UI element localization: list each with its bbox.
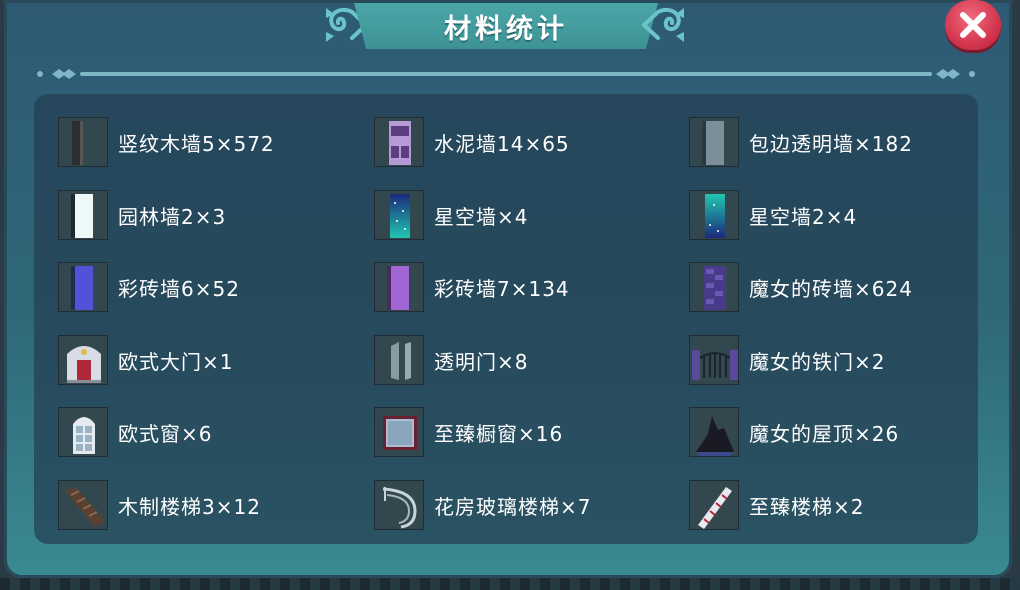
material-label: 园林墙2×3: [118, 204, 227, 229]
material-label: 透明门×8: [434, 349, 529, 374]
title-banner: 材料统计: [354, 3, 658, 49]
greenhouse-glass-stairs-icon: [374, 480, 424, 530]
glass-door-icon: [374, 335, 424, 385]
material-label: 欧式大门×1: [118, 349, 234, 374]
material-item: 透明门×8: [374, 335, 528, 385]
material-label: 花房玻璃楼梯×7: [434, 494, 592, 519]
material-label: 魔女的铁门×2: [749, 349, 886, 374]
color-brick-wall-7-icon: [374, 262, 424, 312]
ornamental-divider: [37, 69, 975, 79]
material-item: 园林墙2×3: [58, 190, 226, 240]
close-button[interactable]: [945, 0, 1001, 50]
page-title: 材料统计: [444, 13, 568, 45]
european-window-icon: [58, 407, 108, 457]
premium-stairs-icon: [689, 480, 739, 530]
material-item: 魔女的屋顶×26: [689, 407, 899, 457]
edged-glass-wall-icon: [689, 117, 739, 167]
material-item: 至臻橱窗×16: [374, 407, 563, 457]
witch-iron-gate-icon: [689, 335, 739, 385]
color-brick-wall-6-icon: [58, 262, 108, 312]
material-label: 魔女的砖墙×624: [749, 276, 913, 301]
material-item: 魔女的砖墙×624: [689, 262, 913, 312]
material-label: 彩砖墙7×134: [434, 276, 570, 301]
material-item: 欧式窗×6: [58, 407, 212, 457]
material-item: 木制楼梯3×12: [58, 480, 261, 530]
witch-brick-wall-icon: [689, 262, 739, 312]
material-item: 竖纹木墙5×572: [58, 117, 275, 167]
material-label: 星空墙×4: [434, 204, 529, 229]
material-label: 魔女的屋顶×26: [749, 421, 900, 446]
wooden-stairs-icon: [58, 480, 108, 530]
material-item: 星空墙×4: [374, 190, 528, 240]
swirl-ornament-right-icon: [642, 7, 684, 42]
close-x-icon: [960, 12, 986, 38]
witch-roof-icon: [689, 407, 739, 457]
material-label: 星空墙2×4: [749, 204, 858, 229]
material-item: 包边透明墙×182: [689, 117, 913, 167]
material-label: 包边透明墙×182: [749, 131, 913, 156]
material-label: 木制楼梯3×12: [118, 494, 261, 519]
vertical-wood-wall-icon: [58, 117, 108, 167]
material-item: 欧式大门×1: [58, 335, 233, 385]
garden-wall-icon: [58, 190, 108, 240]
material-item: 彩砖墙6×52: [58, 262, 240, 312]
premium-display-window-icon: [374, 407, 424, 457]
material-item: 至臻楼梯×2: [689, 480, 864, 530]
starry-wall-icon: [374, 190, 424, 240]
material-label: 欧式窗×6: [118, 421, 213, 446]
material-item: 彩砖墙7×134: [374, 262, 570, 312]
material-label: 彩砖墙6×52: [118, 276, 240, 301]
cement-wall-icon: [374, 117, 424, 167]
material-item: 花房玻璃楼梯×7: [374, 480, 591, 530]
material-label: 水泥墙14×65: [434, 131, 570, 156]
material-label: 至臻橱窗×16: [434, 421, 564, 446]
material-label: 竖纹木墙5×572: [118, 131, 275, 156]
material-item: 星空墙2×4: [689, 190, 857, 240]
material-item: 魔女的铁门×2: [689, 335, 885, 385]
european-gate-icon: [58, 335, 108, 385]
starry-wall-2-icon: [689, 190, 739, 240]
material-item: 水泥墙14×65: [374, 117, 570, 167]
background-strip: [0, 578, 1020, 590]
material-label: 至臻楼梯×2: [749, 494, 865, 519]
